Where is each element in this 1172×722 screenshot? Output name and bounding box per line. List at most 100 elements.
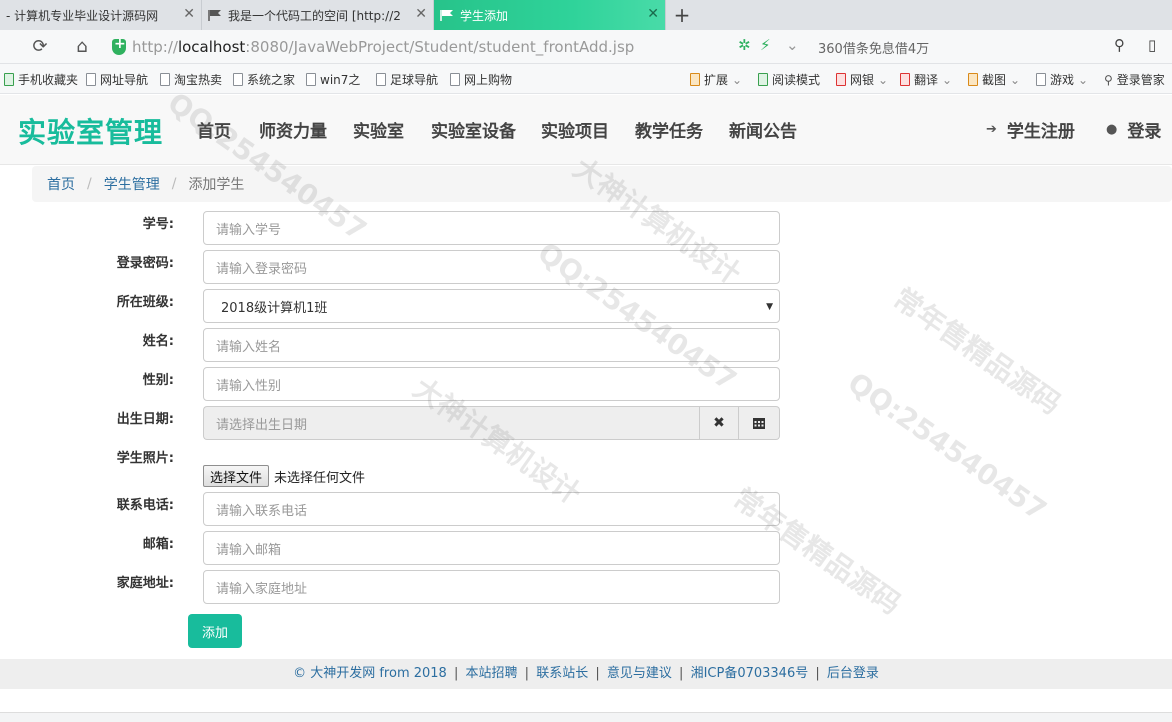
- url-field[interactable]: http://localhost:8080/JavaWebProject/Stu…: [112, 35, 802, 59]
- toolbar-label: 截图: [982, 73, 1007, 87]
- login-label: 登录: [1127, 122, 1162, 142]
- bookmark-item[interactable]: 足球导航: [376, 71, 438, 88]
- phone-input[interactable]: 请输入联系电话: [203, 492, 780, 526]
- email-input[interactable]: 请输入邮箱: [203, 531, 780, 565]
- nav-item-tasks[interactable]: 教学任务: [635, 117, 703, 142]
- toolbar-label: 翻译: [914, 73, 939, 87]
- gender-input[interactable]: 请输入性别: [203, 367, 780, 401]
- flag-icon: [208, 10, 221, 21]
- refresh-icon[interactable]: ⟳: [30, 37, 50, 57]
- scissors-icon: [968, 73, 978, 86]
- bookmark-icon: [86, 73, 96, 86]
- calendar-button[interactable]: [739, 406, 780, 440]
- bookmark-item[interactable]: 淘宝热卖: [160, 71, 222, 88]
- birthday-input[interactable]: 请选择出生日期: [203, 406, 699, 440]
- nav-item-news[interactable]: 新闻公告: [729, 117, 797, 142]
- class-selected-value: 2018级计算机1班: [221, 300, 328, 316]
- chevron-down-icon: ⌄: [732, 72, 743, 87]
- register-link[interactable]: ➔ 学生注册: [986, 117, 1075, 142]
- add-button[interactable]: 添加: [188, 614, 242, 648]
- ad-text[interactable]: 360借条免息借4万: [818, 38, 929, 57]
- close-icon[interactable]: ✕: [647, 7, 659, 21]
- name-input[interactable]: 请输入姓名: [203, 328, 780, 362]
- student-no-label: 学号:: [142, 217, 174, 232]
- lightning-icon[interactable]: ⚡: [760, 36, 771, 54]
- bookmark-icon: [376, 73, 386, 86]
- bookmark-label: 手机收藏夹: [18, 73, 79, 87]
- nav-item-teachers[interactable]: 师资力量: [259, 117, 327, 142]
- browser-tab[interactable]: - 计算机专业毕业设计源码网 ✕: [0, 0, 202, 30]
- toolbar-item-games[interactable]: 游戏 ⌄: [1036, 71, 1088, 88]
- shield-icon: [112, 36, 126, 55]
- flag-icon: [440, 10, 453, 21]
- birthday-picker: 请选择出生日期 ✖: [203, 406, 780, 440]
- nav-item-labs[interactable]: 实验室: [353, 117, 404, 142]
- browser-tab-bar: - 计算机专业毕业设计源码网 ✕ 我是一个代码工的空间 [http://2 ✕ …: [0, 0, 1172, 30]
- gender-label: 性别:: [142, 373, 174, 388]
- toolbar-label: 登录管家: [1116, 73, 1165, 87]
- class-select[interactable]: 2018级计算机1班 ▼: [203, 289, 780, 323]
- password-input[interactable]: 请输入登录密码: [203, 250, 780, 284]
- student-no-input[interactable]: 请输入学号: [203, 211, 780, 245]
- form-row-email: 邮箱: 请输入邮箱: [0, 531, 1172, 565]
- browser-tab-active[interactable]: 学生添加 ✕: [434, 0, 666, 30]
- breadcrumb-home[interactable]: 首页: [47, 174, 75, 194]
- bookmark-label: 系统之家: [247, 73, 296, 87]
- bookmark-label: 足球导航: [390, 73, 439, 87]
- toolbar-item-reader[interactable]: 阅读模式: [758, 71, 820, 88]
- toolbar-item-bank[interactable]: 网银 ⌄: [836, 71, 888, 88]
- bookmark-icon: [233, 73, 243, 86]
- chevron-down-icon[interactable]: ⌄: [786, 36, 799, 54]
- close-icon[interactable]: ✕: [415, 7, 427, 21]
- form-row-phone: 联系电话: 请输入联系电话: [0, 492, 1172, 526]
- reader-icon: [758, 73, 768, 86]
- footer-link-contact[interactable]: 联系站长: [536, 666, 588, 681]
- toolbar-item-screenshot[interactable]: 截图 ⌄: [968, 71, 1020, 88]
- home-icon[interactable]: ⌂: [72, 37, 92, 57]
- address-input[interactable]: 请输入家庭地址: [203, 570, 780, 604]
- speed-icon[interactable]: ✲: [738, 36, 751, 54]
- breadcrumb-section[interactable]: 学生管理: [104, 174, 160, 194]
- footer-link-admin[interactable]: 后台登录: [827, 666, 879, 681]
- nav-item-equipment[interactable]: 实验室设备: [431, 117, 516, 142]
- form-row-photo: 学生照片: 选择文件 未选择任何文件: [0, 445, 1172, 489]
- phone-icon[interactable]: ▯: [1148, 36, 1156, 54]
- footer-link-icp[interactable]: 湘ICP备0703346号: [691, 666, 809, 681]
- footer-separator: |: [679, 666, 684, 681]
- bookmarks-bar: 手机收藏夹 网址导航 淘宝热卖 系统之家 win7之 足球导航 网上购物 扩展 ⌄…: [0, 64, 1172, 94]
- gamepad-icon: [1036, 73, 1046, 86]
- tab-title: 我是一个代码工的空间 [http://2: [228, 8, 401, 23]
- bookmark-item[interactable]: 系统之家: [233, 71, 295, 88]
- login-link[interactable]: ● 登录: [1106, 117, 1161, 142]
- phone-label: 联系电话:: [116, 498, 174, 513]
- magnifier-icon: ⚲: [1104, 72, 1113, 87]
- bookmark-item[interactable]: 网址导航: [86, 71, 148, 88]
- url-host: localhost: [177, 38, 246, 56]
- browser-tab[interactable]: 我是一个代码工的空间 [http://2 ✕: [202, 0, 434, 30]
- chevron-down-icon: ⌄: [1010, 72, 1021, 87]
- register-label: 学生注册: [1006, 122, 1075, 142]
- form-row-password: 登录密码: 请输入登录密码: [0, 250, 1172, 284]
- choose-file-button[interactable]: 选择文件: [203, 465, 270, 487]
- footer-link-feedback[interactable]: 意见与建议: [607, 666, 672, 681]
- file-status: 未选择任何文件: [274, 470, 366, 486]
- toolbar-item-translate[interactable]: 翻译 ⌄: [900, 71, 952, 88]
- bookmark-item[interactable]: 网上购物: [450, 71, 512, 88]
- toolbar-item-login-manager[interactable]: ⚲ 登录管家: [1104, 71, 1165, 88]
- new-tab-button[interactable]: +: [666, 0, 698, 30]
- bookmark-item[interactable]: win7之: [306, 71, 360, 88]
- nav-item-projects[interactable]: 实验项目: [541, 117, 609, 142]
- nav-item-home[interactable]: 首页: [197, 117, 231, 142]
- search-icon[interactable]: ⚲: [1114, 36, 1125, 54]
- footer-link-jobs[interactable]: 本站招聘: [466, 666, 518, 681]
- url-scheme: http://: [132, 38, 178, 56]
- footer-copyright: © 大神开发网 from 2018: [293, 666, 447, 681]
- bookmark-label: 网上购物: [464, 73, 513, 87]
- toolbar-item-extensions[interactable]: 扩展 ⌄: [690, 71, 742, 88]
- close-icon[interactable]: ✕: [183, 7, 195, 21]
- toolbar-label: 网银: [850, 73, 875, 87]
- form-row-address: 家庭地址: 请输入家庭地址: [0, 570, 1172, 604]
- bookmark-item[interactable]: 手机收藏夹: [4, 71, 78, 88]
- clear-date-button[interactable]: ✖: [699, 406, 739, 440]
- site-logo[interactable]: 实验室管理: [18, 111, 163, 151]
